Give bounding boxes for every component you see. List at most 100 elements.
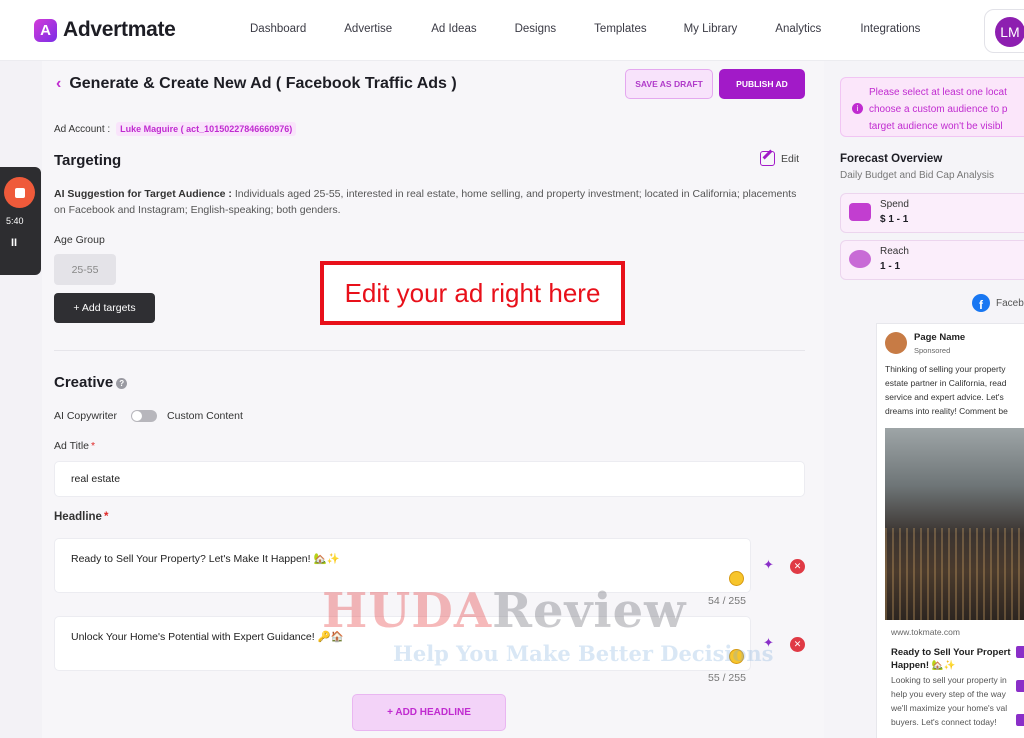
preview-desc-line: help you every step of the way bbox=[891, 689, 1006, 699]
annotation-callout: Edit your ad right here bbox=[320, 261, 625, 325]
creative-heading: Creative? bbox=[54, 374, 128, 391]
ad-title-label: Ad Title * bbox=[54, 440, 95, 452]
page-avatar bbox=[885, 332, 907, 354]
ad-title-input[interactable]: real estate bbox=[54, 461, 805, 497]
avatar: LM bbox=[995, 17, 1024, 47]
facebook-label: Faceb bbox=[996, 297, 1024, 309]
brand-name: Advertmate bbox=[63, 18, 176, 41]
preview-headline: Ready to Sell Your Propert Happen! 🏡✨ bbox=[891, 646, 1024, 672]
city-lights bbox=[885, 528, 1024, 620]
edit-label: Edit bbox=[781, 152, 800, 165]
notice-line: target audience won't be visibl bbox=[869, 121, 1003, 132]
reach-label: Reach bbox=[880, 246, 909, 257]
brand-logo[interactable]: A Advertmate bbox=[34, 18, 176, 42]
headline-1-count: 54 / 255 bbox=[708, 595, 746, 607]
nav-ad-ideas[interactable]: Ad Ideas bbox=[431, 23, 476, 35]
side-tab-icon[interactable] bbox=[1016, 646, 1024, 658]
notice-line: choose a custom audience to p bbox=[869, 104, 1008, 115]
divider bbox=[54, 350, 805, 351]
help-icon[interactable]: ? bbox=[116, 377, 128, 389]
add-headline-button[interactable]: + ADD HEADLINE bbox=[352, 694, 506, 731]
nav-templates[interactable]: Templates bbox=[594, 23, 646, 35]
page-title-text: Generate & Create New Ad ( Facebook Traf… bbox=[69, 75, 457, 92]
spend-card: Spend $ 1 - 1 bbox=[840, 193, 1024, 233]
remove-headline-1-icon[interactable]: ✕ bbox=[790, 559, 805, 574]
top-navbar: A Advertmate Dashboard Advertise Ad Idea… bbox=[0, 0, 1024, 61]
side-tab-icon[interactable] bbox=[1016, 714, 1024, 726]
headline-1-text: Ready to Sell Your Property? Let's Make … bbox=[71, 553, 340, 565]
publish-ad-button[interactable]: PUBLISH AD bbox=[719, 69, 805, 99]
nav-advertise[interactable]: Advertise bbox=[344, 23, 392, 35]
info-icon: i bbox=[852, 103, 863, 114]
age-group-label: Age Group bbox=[54, 234, 105, 246]
side-tab-icon[interactable] bbox=[1016, 680, 1024, 692]
targeting-heading: Targeting bbox=[54, 152, 122, 169]
forecast-subtitle: Daily Budget and Bid Cap Analysis bbox=[840, 170, 994, 181]
ai-sparkle-icon[interactable]: ✦ bbox=[763, 557, 774, 573]
save-as-draft-button[interactable]: SAVE AS DRAFT bbox=[625, 69, 713, 99]
nav-designs[interactable]: Designs bbox=[515, 23, 557, 35]
audience-notice: i Please select at least one locat choos… bbox=[840, 77, 1024, 137]
headline-label-text: Headline bbox=[54, 511, 102, 523]
watermark-logo: HUDAReview bbox=[322, 583, 687, 639]
people-icon bbox=[849, 250, 871, 268]
required-mark: * bbox=[103, 511, 109, 523]
ad-preview-card: Page Name Sponsored Thinking of selling … bbox=[876, 323, 1024, 738]
recording-time: 5:40 bbox=[6, 216, 24, 226]
preview-city-image bbox=[885, 428, 1024, 620]
remove-headline-2-icon[interactable]: ✕ bbox=[790, 637, 805, 652]
ai-suggestion-label: AI Suggestion for Target Audience : bbox=[54, 188, 232, 200]
facebook-placement[interactable]: f Faceb bbox=[972, 294, 1024, 312]
nav-analytics[interactable]: Analytics bbox=[775, 23, 821, 35]
ai-suggestion: AI Suggestion for Target Audience : Indi… bbox=[54, 186, 806, 218]
headline-2-text: Unlock Your Home's Potential with Expert… bbox=[71, 631, 344, 643]
watermark-tagline: Help You Make Better Decisions bbox=[393, 641, 774, 666]
advertmate-logo-icon: A bbox=[34, 18, 57, 42]
main-nav: Dashboard Advertise Ad Ideas Designs Tem… bbox=[230, 23, 920, 35]
preview-description: Looking to sell your property in help yo… bbox=[891, 673, 1024, 729]
reach-value: 1 - 1 bbox=[880, 261, 901, 272]
preview-headline-line: Ready to Sell Your Propert bbox=[891, 647, 1011, 658]
spend-value: $ 1 - 1 bbox=[880, 214, 909, 225]
user-menu[interactable]: LM bbox=[984, 9, 1024, 53]
headline-2-count: 55 / 255 bbox=[708, 672, 746, 684]
ai-copywriter-label: AI Copywriter bbox=[54, 410, 118, 422]
preview-desc-line: Looking to sell your property in bbox=[891, 675, 1007, 685]
preview-page-name: Page Name bbox=[914, 332, 966, 343]
copy-mode-toggle[interactable] bbox=[131, 410, 158, 422]
ad-title-label-text: Ad Title bbox=[54, 440, 90, 452]
edit-targeting-button[interactable]: Edit bbox=[760, 151, 799, 166]
add-targets-button[interactable]: + Add targets bbox=[54, 293, 155, 323]
preview-headline-line: Happen! 🏡✨ bbox=[891, 660, 956, 671]
emoji-picker-icon[interactable] bbox=[729, 571, 744, 586]
spend-label: Spend bbox=[880, 199, 909, 210]
preview-sponsored: Sponsored bbox=[914, 346, 951, 355]
preview-body-line: dreams into reality! Comment be bbox=[885, 406, 1008, 416]
age-group-field[interactable]: 25-55 bbox=[54, 254, 116, 285]
preview-desc-line: we'll maximize your home's val bbox=[891, 703, 1008, 713]
nav-dashboard[interactable]: Dashboard bbox=[250, 23, 306, 35]
preview-side-strip bbox=[1014, 640, 1024, 736]
nav-my-library[interactable]: My Library bbox=[684, 23, 738, 35]
preview-desc-line: buyers. Let's connect today! bbox=[891, 717, 997, 727]
screen-recorder-widget: 5:40 II bbox=[0, 167, 41, 275]
back-arrow-icon[interactable]: ‹ bbox=[56, 75, 61, 93]
watermark-grey: Review bbox=[492, 583, 687, 639]
headline-label: Headline * bbox=[54, 511, 108, 523]
preview-url: www.tokmate.com bbox=[891, 627, 960, 637]
notice-text: Please select at least one locat choose … bbox=[869, 84, 1024, 135]
facebook-icon: f bbox=[972, 294, 990, 312]
edit-icon bbox=[760, 151, 775, 166]
creative-heading-text: Creative bbox=[54, 374, 114, 391]
reach-card: Reach 1 - 1 bbox=[840, 240, 1024, 280]
nav-integrations[interactable]: Integrations bbox=[860, 23, 920, 35]
watermark-red: HUDA bbox=[322, 583, 493, 639]
custom-content-label: Custom Content bbox=[167, 410, 243, 422]
page-title: ‹ Generate & Create New Ad ( Facebook Tr… bbox=[56, 75, 457, 93]
stop-recording-icon[interactable] bbox=[4, 177, 35, 208]
pause-icon[interactable]: II bbox=[11, 237, 17, 249]
required-mark: * bbox=[91, 440, 96, 452]
forecast-title: Forecast Overview bbox=[840, 153, 943, 165]
wallet-icon bbox=[849, 203, 871, 221]
preview-body-line: estate partner in California, read bbox=[885, 378, 1007, 388]
